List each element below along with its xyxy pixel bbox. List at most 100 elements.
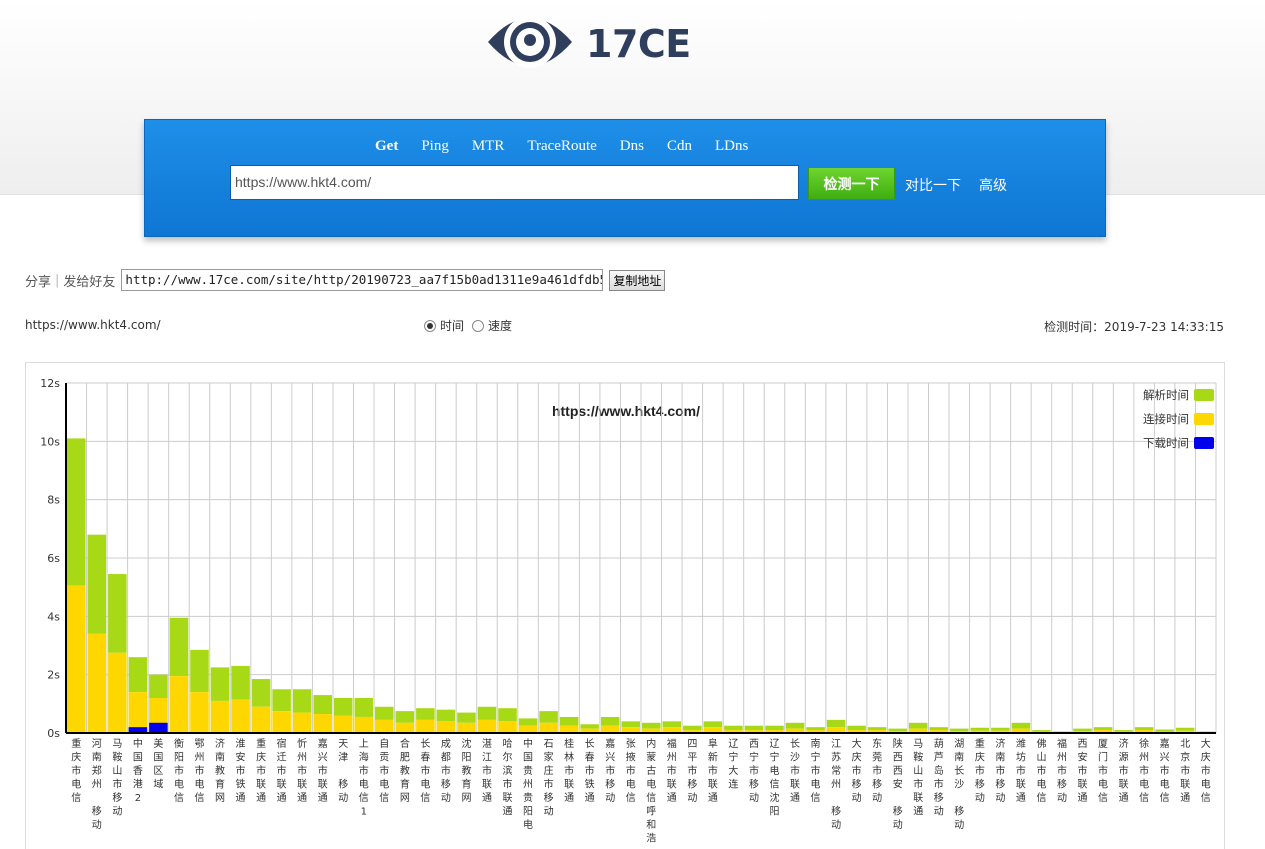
bar-parse-time <box>724 725 743 731</box>
share-separator: | <box>55 272 60 288</box>
x-category-label: 大庆市电信 <box>1201 737 1211 804</box>
x-category-label: 马鞍山市移动 <box>112 738 122 818</box>
x-category-label: 湖南长沙 移动 <box>954 738 964 831</box>
x-category-label: 淮安市铁通 <box>236 738 246 804</box>
tab-cdn[interactable]: Cdn <box>667 138 692 155</box>
bar-parse-time <box>149 674 168 698</box>
bar-parse-time <box>518 718 538 726</box>
share-label: 分享 <box>25 274 52 290</box>
bar-parse-time <box>1134 727 1154 731</box>
legend-swatch <box>1194 437 1214 449</box>
radio-time[interactable] <box>424 319 436 332</box>
bar-parse-time <box>867 727 887 731</box>
test-type-tabs: Get Ping MTR TraceRoute Dns Cdn LDns <box>375 138 771 155</box>
x-category-label: 嘉兴市联通 <box>318 737 328 804</box>
compare-link[interactable]: 对比一下 <box>905 175 961 195</box>
x-category-label: 石家庄市移动 <box>544 739 554 818</box>
bar-connect-time <box>231 699 250 733</box>
bar-connect-time <box>108 652 127 733</box>
x-category-label: 湛江市联通 <box>482 738 492 804</box>
bar-parse-time <box>457 712 476 723</box>
share-row: 分享 | 发给好友 http://www.17ce.com/site/http/… <box>25 268 666 292</box>
url-input[interactable]: https://www.hkt4.com/ <box>230 165 799 200</box>
bar-parse-time <box>621 721 640 728</box>
share-url-input[interactable]: http://www.17ce.com/site/http/20190723_a… <box>121 269 604 291</box>
tab-ldns[interactable]: LDns <box>715 138 748 155</box>
detect-button[interactable]: 检测一下 <box>808 167 895 200</box>
bar-parse-time <box>313 695 332 715</box>
display-mode-radios: 时间 速度 <box>424 317 520 334</box>
bar-parse-time <box>128 657 148 693</box>
advanced-link[interactable]: 高级 <box>979 175 1007 195</box>
bar-connect-time <box>313 714 332 733</box>
tab-mtr[interactable]: MTR <box>472 138 505 155</box>
bar-parse-time <box>169 617 189 677</box>
bar-parse-time <box>108 574 127 653</box>
x-category-label: 葫芦岛市移动 <box>934 738 944 818</box>
x-category-label: 重庆市移动 <box>975 737 985 804</box>
legend-label: 连接时间 <box>1143 412 1189 426</box>
x-category-label: 马鞍山市联通 <box>913 738 923 818</box>
bar-connect-time <box>210 700 230 733</box>
bar-connect-time <box>518 725 538 733</box>
bar-parse-time <box>1073 728 1092 731</box>
x-category-label: 衡阳市电信 <box>174 738 184 804</box>
check-time: 检测时间：2019-7-23 14:33:15 <box>1044 320 1224 334</box>
bar-parse-time <box>559 716 579 726</box>
x-category-label: 嘉兴市移动 <box>605 737 615 804</box>
x-category-label: 美国区域 <box>153 737 163 791</box>
bar-connect-time <box>292 712 312 733</box>
bar-parse-time <box>251 679 271 707</box>
tab-get[interactable]: Get <box>375 138 398 155</box>
bar-parse-time <box>477 706 497 720</box>
x-category-label: 张掖市电信 <box>626 738 636 804</box>
bar-parse-time <box>847 725 866 731</box>
bar-parse-time <box>292 689 312 713</box>
logo[interactable]: 17CE <box>486 8 691 80</box>
radio-speed-label[interactable]: 速度 <box>488 317 512 334</box>
bar-connect-time <box>169 676 189 733</box>
x-category-label: 嘉兴市电信 <box>1160 737 1170 804</box>
bar-connect-time <box>128 692 148 733</box>
y-tick-label: 8s <box>47 494 60 507</box>
bar-connect-time <box>272 711 291 733</box>
tab-traceroute[interactable]: TraceRoute <box>527 138 596 155</box>
x-category-label: 自贡市电信 <box>379 737 389 804</box>
x-category-label: 辽宁电信沈阳 <box>769 738 779 818</box>
bar-connect-time <box>600 725 620 733</box>
bar-connect-time <box>375 719 394 733</box>
x-category-label: 内蒙古电信呼和浩 <box>646 737 656 845</box>
x-category-label: 济南教育网 <box>215 737 225 804</box>
bar-parse-time <box>806 727 825 731</box>
bar-parse-time <box>785 722 805 729</box>
copy-address-button[interactable]: 复制地址 <box>609 269 666 291</box>
bar-parse-time <box>231 665 250 700</box>
legend-swatch <box>1194 389 1214 401</box>
logo-text: 17CE <box>586 22 691 66</box>
x-category-label: 西安市联通 <box>1078 739 1088 804</box>
bar-parse-time <box>1175 727 1195 731</box>
search-toolbar: Get Ping MTR TraceRoute Dns Cdn LDns htt… <box>144 119 1106 237</box>
x-category-label: 北京市联通 <box>1180 738 1190 804</box>
bar-parse-time <box>703 721 723 728</box>
bar-parse-time <box>683 725 702 731</box>
bar-parse-time <box>539 711 558 723</box>
bar-connect-time <box>67 585 86 733</box>
bar-parse-time <box>970 727 990 731</box>
bar-parse-time <box>272 689 291 712</box>
tab-ping[interactable]: Ping <box>421 138 449 155</box>
x-category-label: 厦门市电信 <box>1098 738 1108 804</box>
x-category-label: 江苏常州 移动 <box>831 738 841 831</box>
x-category-label: 中国贵州贵阳电 <box>523 737 533 831</box>
radio-speed[interactable] <box>472 319 485 332</box>
tab-dns[interactable]: Dns <box>620 138 644 155</box>
bar-connect-time <box>416 719 435 733</box>
x-category-label: 潍坊市联通 <box>1016 738 1026 804</box>
y-tick-label: 0s <box>47 727 60 740</box>
legend-label: 解析时间 <box>1143 388 1189 402</box>
x-category-label: 桂林市联通 <box>564 737 574 804</box>
radio-time-label[interactable]: 时间 <box>440 317 464 334</box>
bar-parse-time <box>395 711 415 723</box>
bar-connect-time <box>539 722 558 733</box>
x-category-label: 西宁市移动 <box>749 739 759 804</box>
